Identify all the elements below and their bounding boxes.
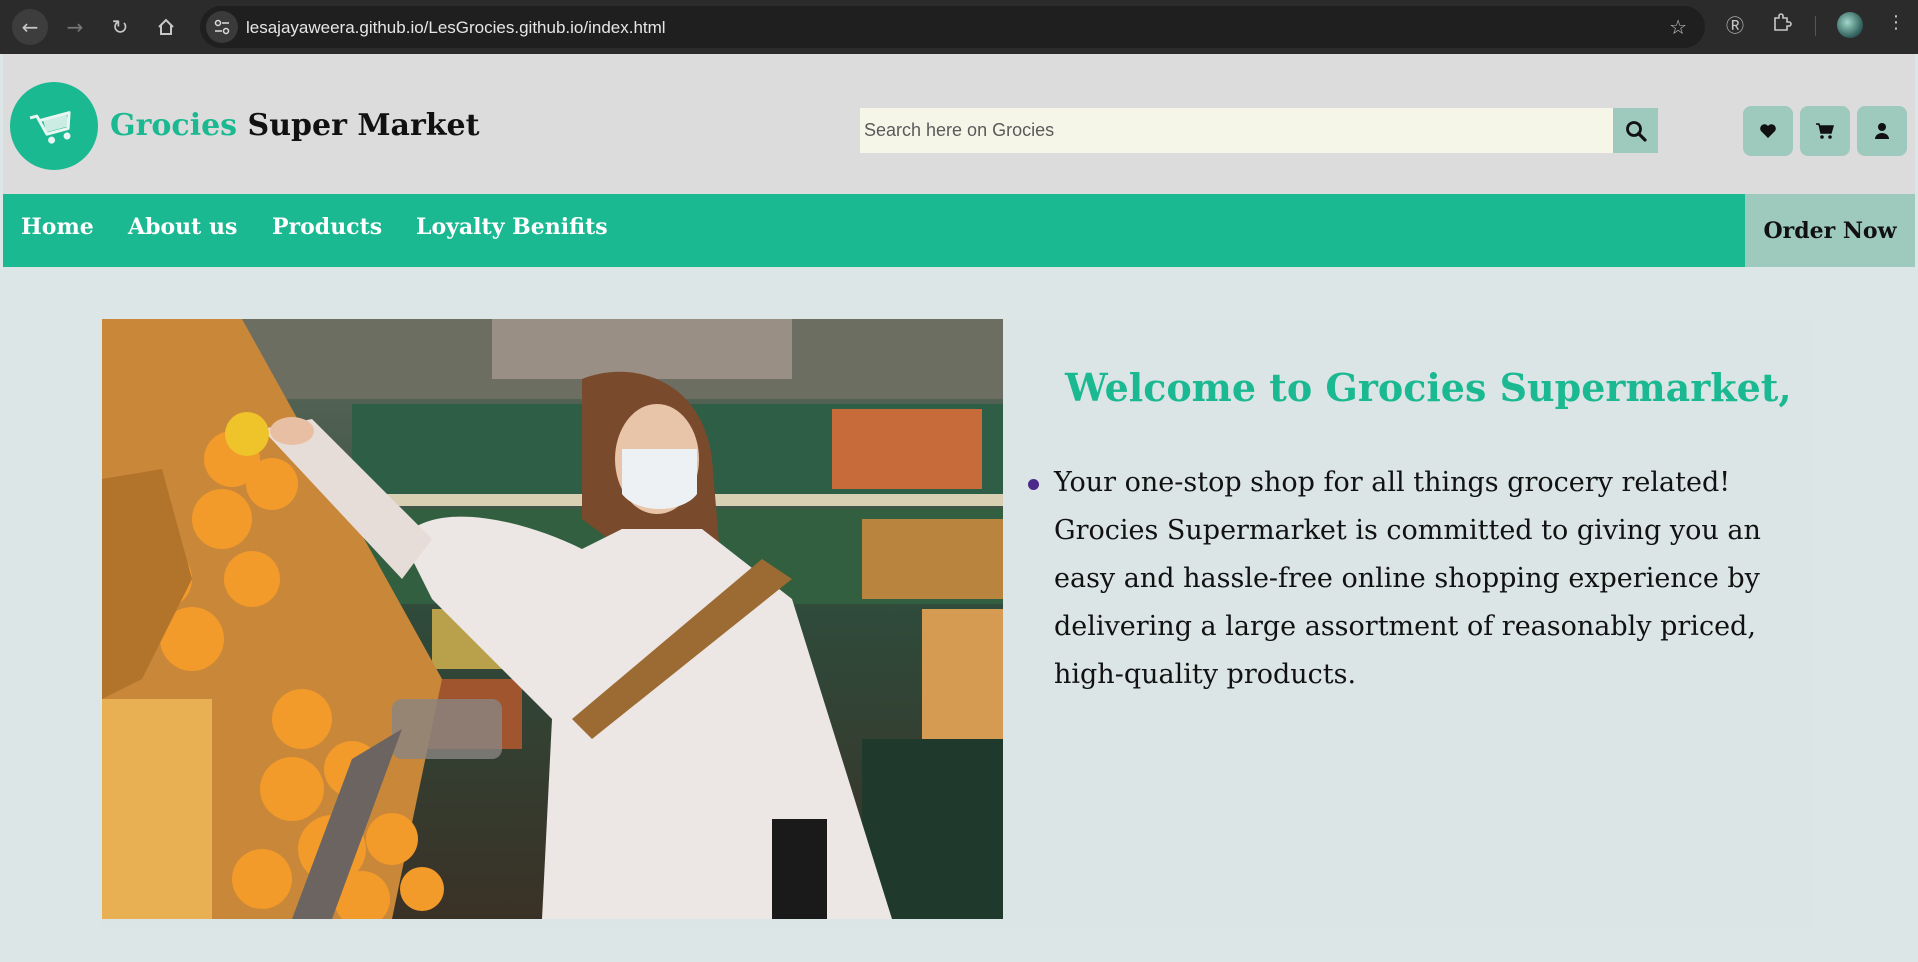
- brand-name-grocies: Grocies: [110, 108, 238, 143]
- hero-bullet-list: Your one-stop shop for all things grocer…: [1022, 459, 1782, 699]
- cart-button[interactable]: [1800, 106, 1850, 156]
- address-bar[interactable]: lesajayaweera.github.io/LesGrocies.githu…: [200, 6, 1705, 48]
- home-icon[interactable]: [148, 9, 184, 45]
- bullet-dot-icon: [1028, 479, 1039, 490]
- reload-icon[interactable]: ↻: [102, 9, 138, 45]
- cart-icon: [1816, 123, 1834, 139]
- site-info-icon[interactable]: [206, 11, 238, 43]
- site-header: Grocies Super Market: [3, 54, 1915, 194]
- back-icon[interactable]: ←: [12, 9, 48, 45]
- nav-about-us[interactable]: About us: [128, 214, 237, 240]
- heart-icon: [1760, 124, 1776, 138]
- url-text: lesajayaweera.github.io/LesGrocies.githu…: [246, 18, 666, 37]
- search-icon: [1625, 120, 1647, 142]
- main-nav: Home About us Products Loyalty Benifits …: [3, 194, 1915, 267]
- user-icon: [1875, 123, 1889, 139]
- nav-products[interactable]: Products: [272, 214, 382, 240]
- hero-image-shopper: [102, 319, 1003, 919]
- menu-kebab-icon[interactable]: ⋮: [1887, 12, 1905, 33]
- forward-icon[interactable]: →: [57, 9, 93, 45]
- wishlist-button[interactable]: [1743, 106, 1793, 156]
- account-button[interactable]: [1857, 106, 1907, 156]
- brand-title[interactable]: Grocies Super Market: [110, 108, 480, 143]
- hero-section: Welcome to Grocies Supermarket, Your one…: [102, 319, 1814, 929]
- brand-name-supermarket: Super Market: [247, 108, 480, 143]
- toolbar-divider: [1815, 16, 1816, 36]
- hero-bullet-text: Your one-stop shop for all things grocer…: [1054, 467, 1761, 690]
- hero-title: Welcome to Grocies Supermarket,: [1065, 365, 1792, 410]
- browser-toolbar: ← → ↻ lesajayaweera.github.io/LesGrocies…: [0, 0, 1918, 54]
- order-now-button[interactable]: Order Now: [1745, 194, 1915, 267]
- hero-bullet-item: Your one-stop shop for all things grocer…: [1022, 459, 1782, 699]
- bookmark-star-icon[interactable]: ☆: [1669, 15, 1687, 39]
- search-button[interactable]: [1613, 108, 1658, 153]
- extension-w-icon[interactable]: Ⓡ: [1726, 12, 1744, 38]
- search-input[interactable]: [860, 108, 1613, 153]
- nav-loyalty-benefits[interactable]: Loyalty Benifits: [416, 214, 608, 240]
- shopping-cart-logo-icon[interactable]: [10, 82, 98, 170]
- profile-avatar[interactable]: [1837, 12, 1863, 38]
- extensions-puzzle-icon[interactable]: [1772, 12, 1792, 37]
- nav-home[interactable]: Home: [21, 214, 94, 240]
